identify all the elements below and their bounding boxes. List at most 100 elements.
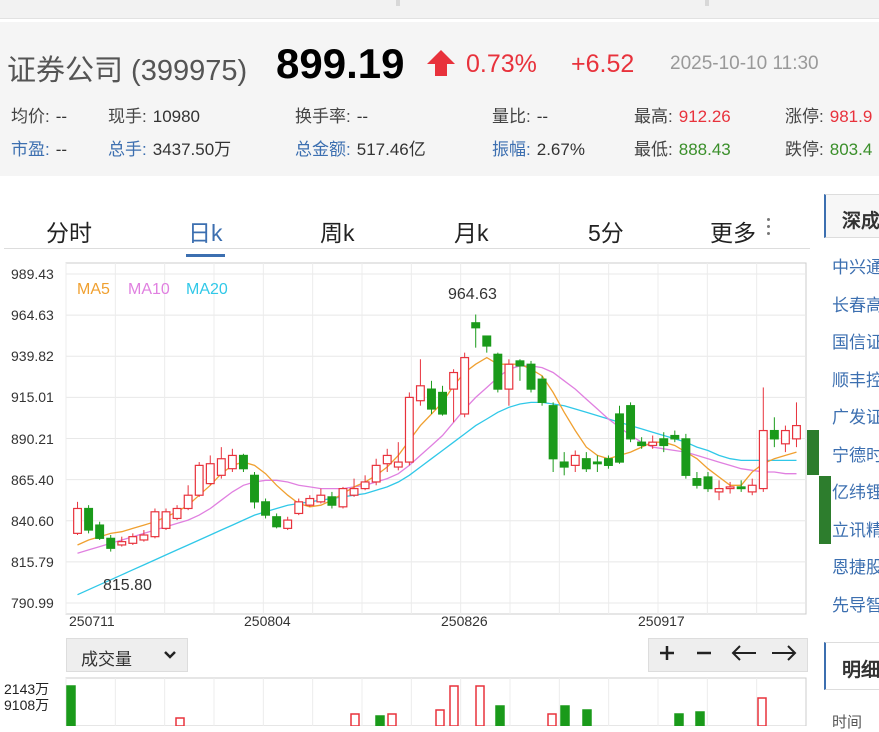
y-tick-label: 815.79: [11, 553, 54, 570]
y-tick-label: 790.99: [11, 595, 54, 611]
candle-body: [338, 487, 348, 508]
arrow-left-icon: [731, 645, 756, 661]
stat-value: 912.26: [678, 107, 731, 126]
volume-bar: [435, 709, 445, 726]
max-annotation: 964.63: [448, 286, 497, 303]
candle-body: [327, 496, 337, 506]
volume-indicator-select[interactable]: 成交量: [66, 638, 188, 672]
more-dots-icon[interactable]: [767, 218, 771, 238]
detail-header[interactable]: 明细: [824, 642, 879, 690]
candle-body: [415, 385, 425, 402]
candle-body: [250, 474, 259, 503]
tab-5min[interactable]: 5分: [588, 214, 624, 248]
y-tick-label: 964.63: [11, 307, 54, 324]
stat-value: 3437.50万: [152, 140, 232, 159]
candle-body: [471, 322, 481, 329]
tab-more[interactable]: 更多: [710, 214, 756, 248]
sidebar-stock-link[interactable]: 中兴通: [832, 253, 879, 278]
tab-weekly-k[interactable]: 周k: [320, 214, 355, 248]
candle-body: [216, 458, 226, 476]
candle-body: [294, 501, 304, 515]
stat-key[interactable]: 振幅:: [492, 140, 531, 159]
stat-key: 现手:: [108, 107, 147, 126]
stat-item: 跌停: 803.4: [785, 135, 872, 160]
stat-key[interactable]: 总金额:: [295, 140, 351, 159]
tab-daily-k[interactable]: 日k: [186, 214, 224, 257]
candle-body: [637, 441, 647, 447]
sidebar-stock-link[interactable]: 先导智: [832, 591, 879, 616]
candle-body: [537, 378, 547, 403]
legend-ma10: MA10: [128, 281, 170, 298]
sidebar-stock-link[interactable]: 宁德时: [832, 441, 879, 466]
sidebar-header[interactable]: 深成: [824, 194, 879, 238]
volume-axis-second: 9108万: [4, 697, 50, 713]
candle-body: [449, 371, 459, 390]
candle-body: [615, 413, 624, 463]
stat-key: 最高:: [634, 107, 673, 126]
legend-ma5: MA5: [77, 281, 110, 298]
scroll-left-button[interactable]: [729, 643, 759, 667]
tab-intraday[interactable]: 分时: [46, 214, 92, 248]
candle-body: [261, 501, 271, 516]
stat-item: 最低: 888.43: [634, 135, 731, 160]
plus-icon: [660, 646, 674, 660]
ma5-line: [77, 356, 797, 546]
stat-item: 涨停: 981.9: [785, 102, 872, 127]
stat-key: 涨停:: [785, 107, 824, 126]
y-tick-label: 865.40: [11, 471, 54, 488]
zoom-out-button[interactable]: [689, 643, 719, 667]
stat-item: 量比: --: [492, 102, 548, 127]
candle-body: [736, 486, 746, 490]
volume-bar: [66, 685, 76, 726]
sidebar-stock-link[interactable]: 长春高: [832, 291, 879, 316]
scroll-right-button[interactable]: [769, 643, 799, 667]
sidebar-stock-link[interactable]: 顺丰控: [832, 366, 879, 391]
volume-bar: [375, 715, 385, 726]
zoom-controls: [648, 638, 808, 672]
stat-value: 517.46亿: [356, 140, 426, 159]
stat-key[interactable]: 市盈:: [11, 140, 50, 159]
candle-body: [460, 357, 470, 415]
x-tick-label: 250804: [244, 613, 291, 629]
candle-body: [283, 519, 293, 529]
sidebar-stock-link[interactable]: 广发证: [832, 403, 879, 428]
sidebar-stock-link[interactable]: 恩捷股: [832, 553, 879, 578]
stat-key[interactable]: 总手:: [108, 140, 147, 159]
x-tick-label: 250826: [441, 613, 488, 629]
divider: [705, 0, 709, 6]
chevron-down-icon: [164, 651, 176, 659]
candle-body: [194, 464, 204, 496]
stat-key: 量比:: [492, 107, 531, 126]
candle-body: [73, 507, 83, 534]
y-tick-label: 915.01: [11, 389, 54, 406]
zoom-in-button[interactable]: [652, 643, 682, 667]
stat-value: --: [356, 107, 369, 126]
candle-body: [747, 484, 757, 493]
candle-body: [404, 396, 414, 463]
change-percent: 0.73%: [466, 50, 537, 78]
legend-ma20: MA20: [186, 281, 228, 298]
divider: [396, 0, 400, 6]
stat-value: 981.9: [829, 107, 873, 126]
stat-value: 10980: [152, 107, 201, 126]
period-tabs: 分时 日k 周k 月k 5分 更多: [4, 206, 810, 257]
stat-item: 总金额: 517.46亿: [295, 135, 426, 160]
sidebar-stock-link[interactable]: 国信证: [832, 328, 879, 353]
y-tick-label: 890.21: [11, 430, 54, 447]
stat-value: --: [55, 107, 68, 126]
candle-body: [382, 454, 392, 465]
candle-body: [393, 461, 403, 468]
side-flow-bar: [819, 476, 831, 544]
candle-body: [780, 429, 790, 445]
volume-bar: [449, 685, 459, 726]
volume-bar: [495, 705, 505, 726]
candle-body: [360, 481, 370, 490]
candle-body: [172, 507, 182, 520]
tab-monthly-k[interactable]: 月k: [454, 214, 489, 248]
candle-body: [504, 363, 514, 390]
candle-body: [515, 360, 525, 367]
candle-body: [426, 388, 436, 410]
sidebar-stock-link[interactable]: 亿纬锂: [832, 478, 879, 503]
sidebar-stock-link[interactable]: 立讯精: [832, 516, 879, 541]
stat-item: 市盈: --: [11, 135, 67, 160]
